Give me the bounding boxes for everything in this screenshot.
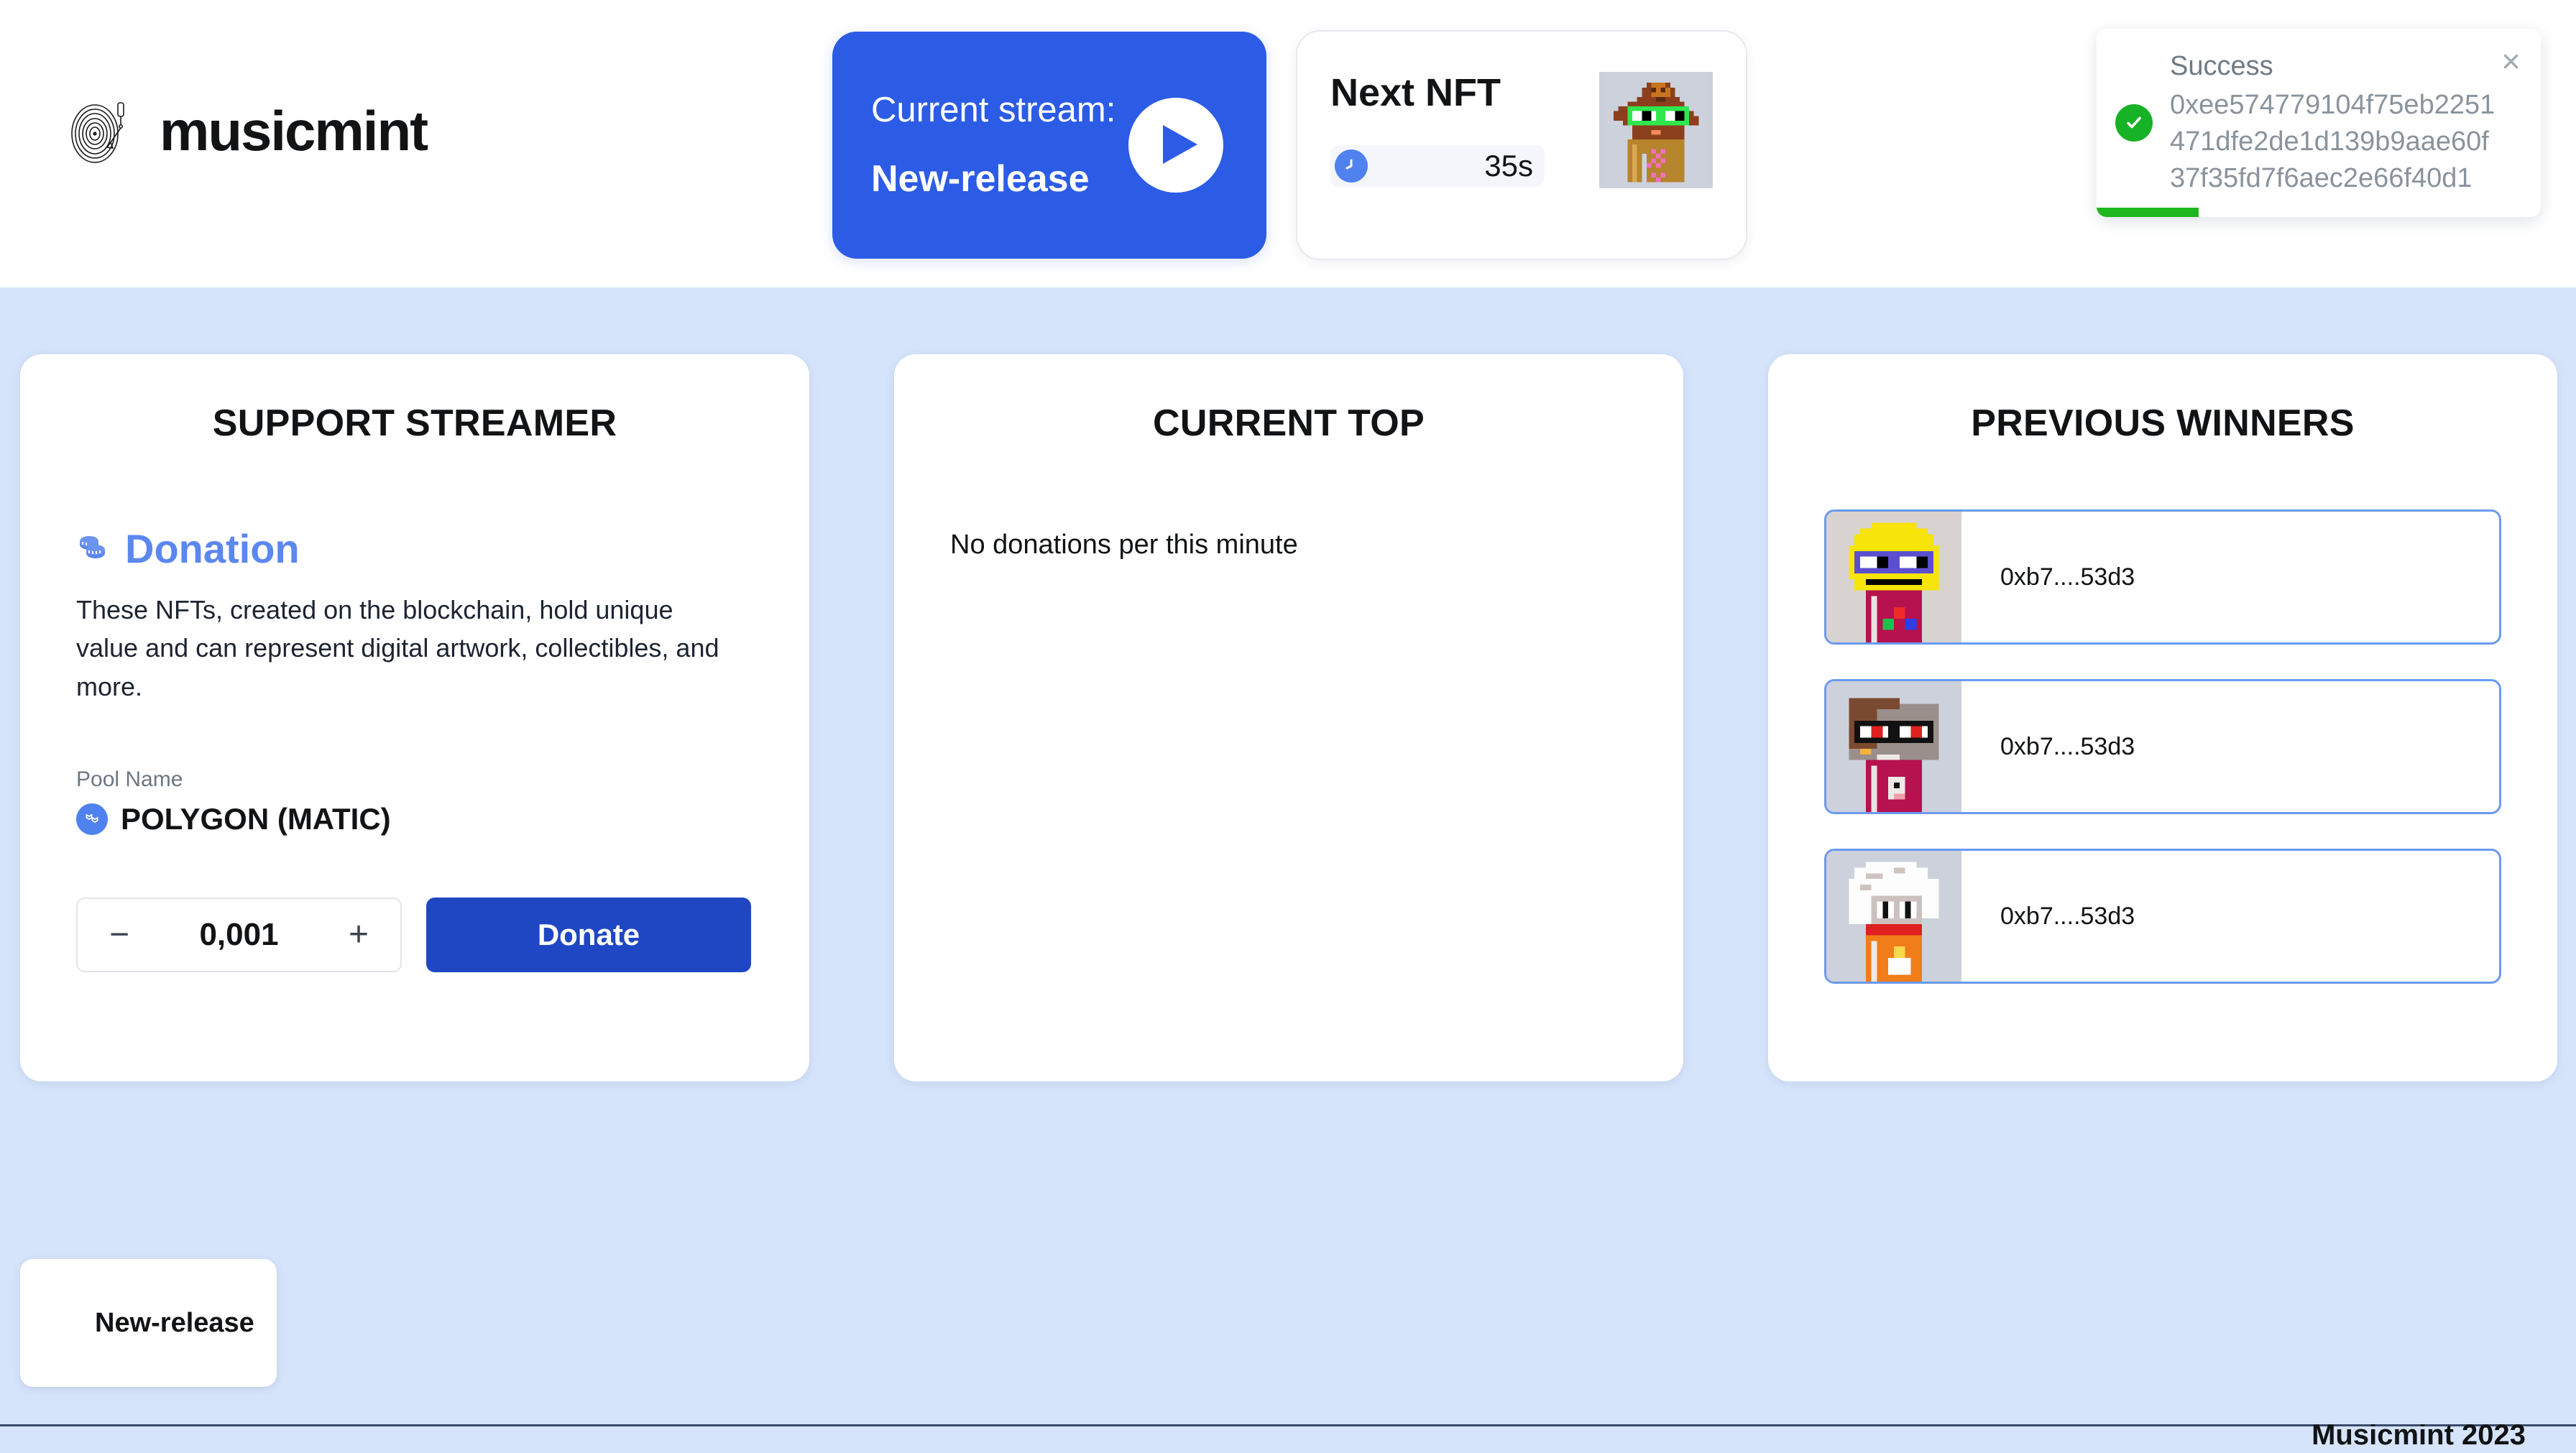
donation-amount-stepper[interactable]: − 0,001 + <box>76 898 402 972</box>
app-header: musicmint Current stream: New-release Ne… <box>0 0 2576 287</box>
current-stream-card[interactable]: Current stream: New-release <box>832 32 1266 259</box>
check-circle-icon <box>2115 104 2153 142</box>
support-panel-title: SUPPORT STREAMER <box>212 402 617 444</box>
current-stream-label: Current stream: <box>871 91 1116 129</box>
coins-icon <box>76 532 109 565</box>
next-nft-timer: 35s <box>1484 149 1533 183</box>
next-nft-title: Next NFT <box>1330 71 1501 114</box>
next-nft-card: Next NFT 35s <box>1296 30 1747 260</box>
toast-transaction-hash: 0xee574779104f75eb2251471dfe2de1d139b9aa… <box>2170 89 2496 194</box>
success-toast: Success 0xee574779104f75eb2251471dfe2de1… <box>2097 29 2541 217</box>
winner-address: 0xb7....53d3 <box>2000 563 2135 591</box>
brand-logo[interactable]: musicmint <box>63 93 428 168</box>
app-footer: Musicmint 2023 <box>0 1419 2576 1453</box>
donation-description: These NFTs, created on the blockchain, h… <box>76 595 719 701</box>
table-row[interactable]: 0xb7....53d3 <box>1824 679 2501 814</box>
donation-amount-value: 0,001 <box>199 917 279 952</box>
close-icon[interactable]: × <box>2501 45 2521 78</box>
next-nft-progress-bar: 35s <box>1330 145 1545 187</box>
clock-icon <box>1335 149 1368 183</box>
polygon-icon <box>76 803 108 835</box>
play-icon <box>1153 124 1199 167</box>
pool-selector[interactable]: POLYGON (MATIC) <box>76 802 753 836</box>
current-top-title: CURRENT TOP <box>1153 402 1425 444</box>
donation-heading: Donation <box>76 525 753 572</box>
winner-address: 0xb7....53d3 <box>2000 732 2135 760</box>
main-content: SUPPORT STREAMER Donation These NFTs, cr… <box>0 287 2576 1424</box>
vinyl-record-icon <box>63 93 138 168</box>
increment-button[interactable]: + <box>349 918 369 952</box>
winner-address: 0xb7....53d3 <box>2000 902 2135 930</box>
winner-nft-thumbnail <box>1826 681 1961 812</box>
current-stream-name: New-release <box>871 158 1090 200</box>
toast-title: Success <box>2170 51 2273 82</box>
pool-name-value: POLYGON (MATIC) <box>121 801 391 836</box>
winner-nft-thumbnail <box>1826 851 1961 982</box>
release-chip[interactable]: New-release <box>20 1259 277 1387</box>
support-streamer-panel: SUPPORT STREAMER Donation These NFTs, cr… <box>20 354 809 1081</box>
table-row[interactable]: 0xb7....53d3 <box>1824 509 2501 645</box>
donation-title: Donation <box>125 526 300 571</box>
winners-list: 0xb7....53d3 0xb7....53d3 0xb7....53d3 <box>1824 509 2501 984</box>
pool-name-label: Pool Name <box>76 767 183 791</box>
next-nft-thumbnail <box>1599 72 1713 188</box>
brand-name: musicmint <box>160 98 428 162</box>
donate-button[interactable]: Donate <box>426 898 751 972</box>
previous-winners-title: PREVIOUS WINNERS <box>1971 402 2355 444</box>
previous-winners-panel: PREVIOUS WINNERS 0xb7....53d3 0xb7....53… <box>1768 354 2557 1081</box>
donate-controls: − 0,001 + Donate <box>76 898 751 972</box>
play-button[interactable] <box>1128 98 1223 193</box>
toast-progress-bar <box>2097 208 2199 217</box>
decrement-button[interactable]: − <box>109 918 129 952</box>
panels-row: SUPPORT STREAMER Donation These NFTs, cr… <box>0 287 2576 1081</box>
current-top-panel: CURRENT TOP No donations per this minute <box>894 354 1683 1081</box>
current-top-empty-message: No donations per this minute <box>950 530 1298 560</box>
winner-nft-thumbnail <box>1826 512 1961 642</box>
table-row[interactable]: 0xb7....53d3 <box>1824 849 2501 984</box>
